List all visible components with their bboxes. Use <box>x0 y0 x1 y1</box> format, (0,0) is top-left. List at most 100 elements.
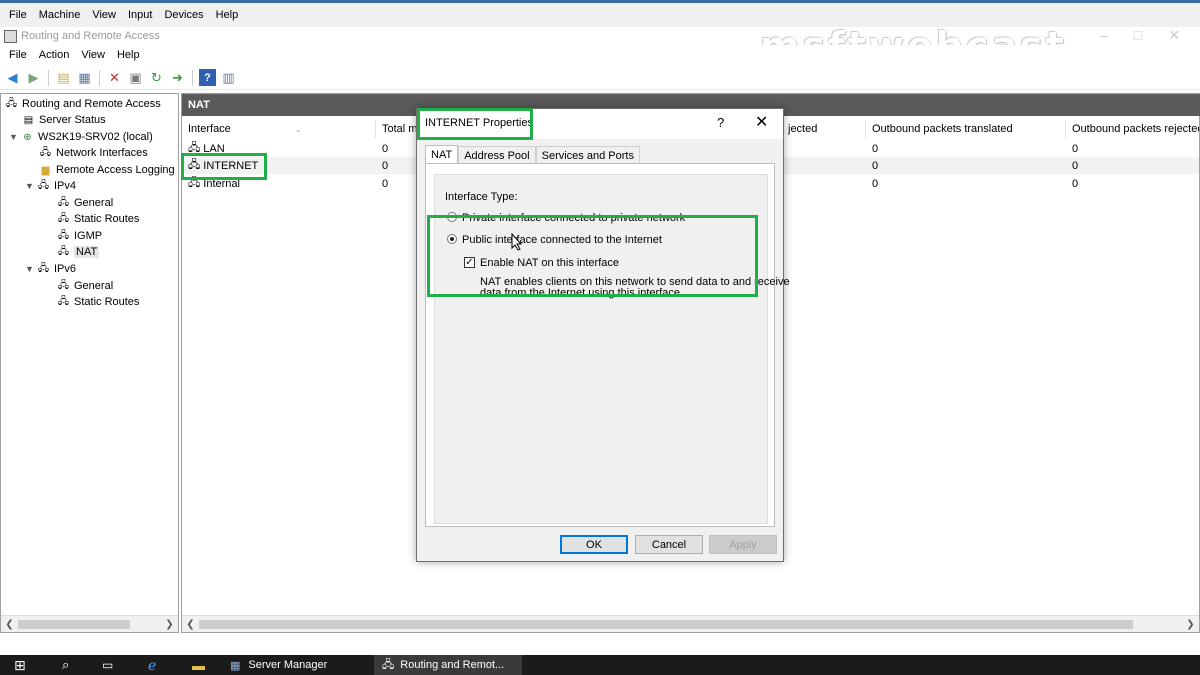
toolbar-separator <box>192 69 193 86</box>
taskbar-rras[interactable]: 🖧 Routing and Remot... <box>374 655 522 675</box>
tree-item-ipv6-general[interactable]: 🖧 General <box>57 278 113 294</box>
mmc-menu-bar: File Action View Help <box>0 45 1200 65</box>
vm-menu-view[interactable]: View <box>86 9 122 21</box>
scroll-left-icon[interactable]: ❮ <box>182 619 199 630</box>
toolbar-separator <box>48 69 49 86</box>
column-total-mappings[interactable]: Total m <box>376 120 416 138</box>
vm-menu-machine[interactable]: Machine <box>33 9 87 21</box>
delete-icon[interactable]: ✕ <box>106 69 123 86</box>
tree-item-ipv6[interactable]: ▼ 🖧 IPv6 <box>25 261 76 277</box>
tree-item-network-interfaces[interactable]: 🖧 Network Interfaces <box>39 145 148 161</box>
sort-arrow-icon: ⌄ <box>294 124 302 134</box>
highlight-public-interface-option <box>427 215 758 297</box>
internet-properties-dialog: INTERNET Properties ? ✕ NAT Address Pool… <box>416 108 790 562</box>
console-tree: 🖧 Routing and Remote Access ▤ Server Sta… <box>0 93 179 633</box>
up-folder-icon[interactable]: ▤ <box>55 69 72 86</box>
apply-button[interactable]: Apply <box>709 535 777 554</box>
windows-start-icon[interactable]: ⊞ <box>14 655 26 675</box>
computer-icon: ⊕ <box>23 131 32 143</box>
collapse-icon[interactable]: ▼ <box>25 264 35 274</box>
tab-nat[interactable]: NAT <box>425 145 459 164</box>
mouse-cursor-icon <box>511 233 523 251</box>
server-manager-icon: ▦ <box>230 659 241 672</box>
network-icon: 🖧 <box>57 229 70 241</box>
network-icon: 🖧 <box>57 245 70 257</box>
network-icon: 🖧 <box>37 179 50 191</box>
internet-explorer-icon[interactable]: ℯ <box>148 655 156 675</box>
tree-item-ipv4[interactable]: ▼ 🖧 IPv4 <box>25 178 76 194</box>
rras-app-icon <box>4 29 17 43</box>
help-icon[interactable]: ? <box>717 115 724 130</box>
highlight-dialog-title <box>417 108 533 140</box>
tree-item-server[interactable]: ▼ ⊕ WS2K19-SRV02 (local) <box>9 129 153 145</box>
forward-icon[interactable]: ▶ <box>25 69 42 86</box>
minimize-icon[interactable]: – <box>1100 27 1108 44</box>
network-icon: 🖧 <box>57 279 70 291</box>
server-status-icon: ▤ <box>23 114 34 126</box>
taskbar: ⊞ ⌕ ▭ ℯ ▬ ▦ Server Manager 🖧 Routing and… <box>0 655 1200 675</box>
window-title: Routing and Remote Access <box>21 30 160 42</box>
search-icon[interactable]: ⌕ <box>62 655 69 675</box>
menu-file[interactable]: File <box>3 49 33 61</box>
network-icon: 🖧 <box>57 212 70 224</box>
tree-item-ipv4-general[interactable]: 🖧 General <box>57 195 113 211</box>
scroll-right-icon[interactable]: ❯ <box>1182 619 1199 630</box>
rras-taskbar-icon: 🖧 <box>382 658 395 671</box>
vm-menu-input[interactable]: Input <box>122 9 158 21</box>
taskbar-server-manager[interactable]: ▦ Server Manager <box>230 655 370 675</box>
vm-menu-help[interactable]: Help <box>210 9 245 21</box>
network-icon: 🖧 <box>57 295 70 307</box>
network-icon: 🖧 <box>39 146 52 158</box>
folder-icon: ▆ <box>41 164 50 176</box>
scrollbar-thumb[interactable] <box>199 619 1133 629</box>
column-outbound-translated[interactable]: Outbound packets translated <box>866 120 1066 138</box>
scrollbar-thumb[interactable] <box>18 619 130 629</box>
console-icon[interactable]: ▥ <box>220 69 237 86</box>
tab-address-pool[interactable]: Address Pool <box>458 146 536 164</box>
cancel-button[interactable]: Cancel <box>635 535 703 554</box>
close-icon[interactable]: ✕ <box>755 112 768 132</box>
column-inbound-rejected[interactable]: jected <box>782 120 866 138</box>
maximize-icon[interactable]: □ <box>1134 27 1142 44</box>
interface-type-label: Interface Type: <box>445 191 518 203</box>
menu-help[interactable]: Help <box>111 49 146 61</box>
vm-menu-bar: File Machine View Input Devices Help <box>0 0 1200 27</box>
file-explorer-icon[interactable]: ▬ <box>192 655 205 675</box>
tree-horizontal-scrollbar[interactable]: ❮ ❯ <box>1 615 178 632</box>
tree-item-rras-root[interactable]: 🖧 Routing and Remote Access <box>5 96 161 112</box>
toolbar-separator <box>99 69 100 86</box>
scroll-left-icon[interactable]: ❮ <box>1 619 18 630</box>
help-icon[interactable]: ? <box>199 69 216 86</box>
network-icon: 🖧 <box>37 262 50 274</box>
refresh-icon[interactable]: ↻ <box>148 69 165 86</box>
menu-action[interactable]: Action <box>33 49 76 61</box>
server-icon: 🖧 <box>5 97 18 109</box>
close-window-icon[interactable]: ✕ <box>1168 27 1180 44</box>
menu-view[interactable]: View <box>75 49 111 61</box>
vm-menu-file[interactable]: File <box>3 9 33 21</box>
back-icon[interactable]: ◀ <box>4 69 21 86</box>
tree-item-nat[interactable]: 🖧 NAT <box>57 244 100 260</box>
tree-item-ipv6-static-routes[interactable]: 🖧 Static Routes <box>57 294 140 310</box>
network-icon: 🖧 <box>57 196 70 208</box>
ok-button[interactable]: OK <box>560 535 628 554</box>
tree-item-remote-access-logging[interactable]: ▆ Remote Access Logging <box>39 162 175 178</box>
vm-menu-devices[interactable]: Devices <box>158 9 209 21</box>
show-hide-tree-icon[interactable]: ▦ <box>76 69 93 86</box>
highlight-internet-row <box>181 153 267 180</box>
tree-item-igmp[interactable]: 🖧 IGMP <box>57 228 102 244</box>
column-outbound-rejected[interactable]: Outbound packets rejected <box>1066 120 1199 138</box>
task-view-icon[interactable]: ▭ <box>102 655 113 675</box>
details-horizontal-scrollbar[interactable]: ❮ ❯ <box>182 615 1199 632</box>
column-interface[interactable]: Interface ⌄ <box>182 120 376 138</box>
dialog-tabs: NAT Address Pool Services and Ports <box>425 145 640 164</box>
tree-item-server-status[interactable]: ▤ Server Status <box>22 112 106 128</box>
toolbar: ◀ ▶ ▤ ▦ ✕ ▣ ↻ ➜ ? ▥ <box>0 66 1200 90</box>
scroll-right-icon[interactable]: ❯ <box>161 619 178 630</box>
collapse-icon[interactable]: ▼ <box>9 132 19 142</box>
collapse-icon[interactable]: ▼ <box>25 181 35 191</box>
tab-services-and-ports[interactable]: Services and Ports <box>535 146 640 164</box>
export-icon[interactable]: ➜ <box>169 69 186 86</box>
tree-item-ipv4-static-routes[interactable]: 🖧 Static Routes <box>57 211 140 227</box>
properties-icon[interactable]: ▣ <box>127 69 144 86</box>
